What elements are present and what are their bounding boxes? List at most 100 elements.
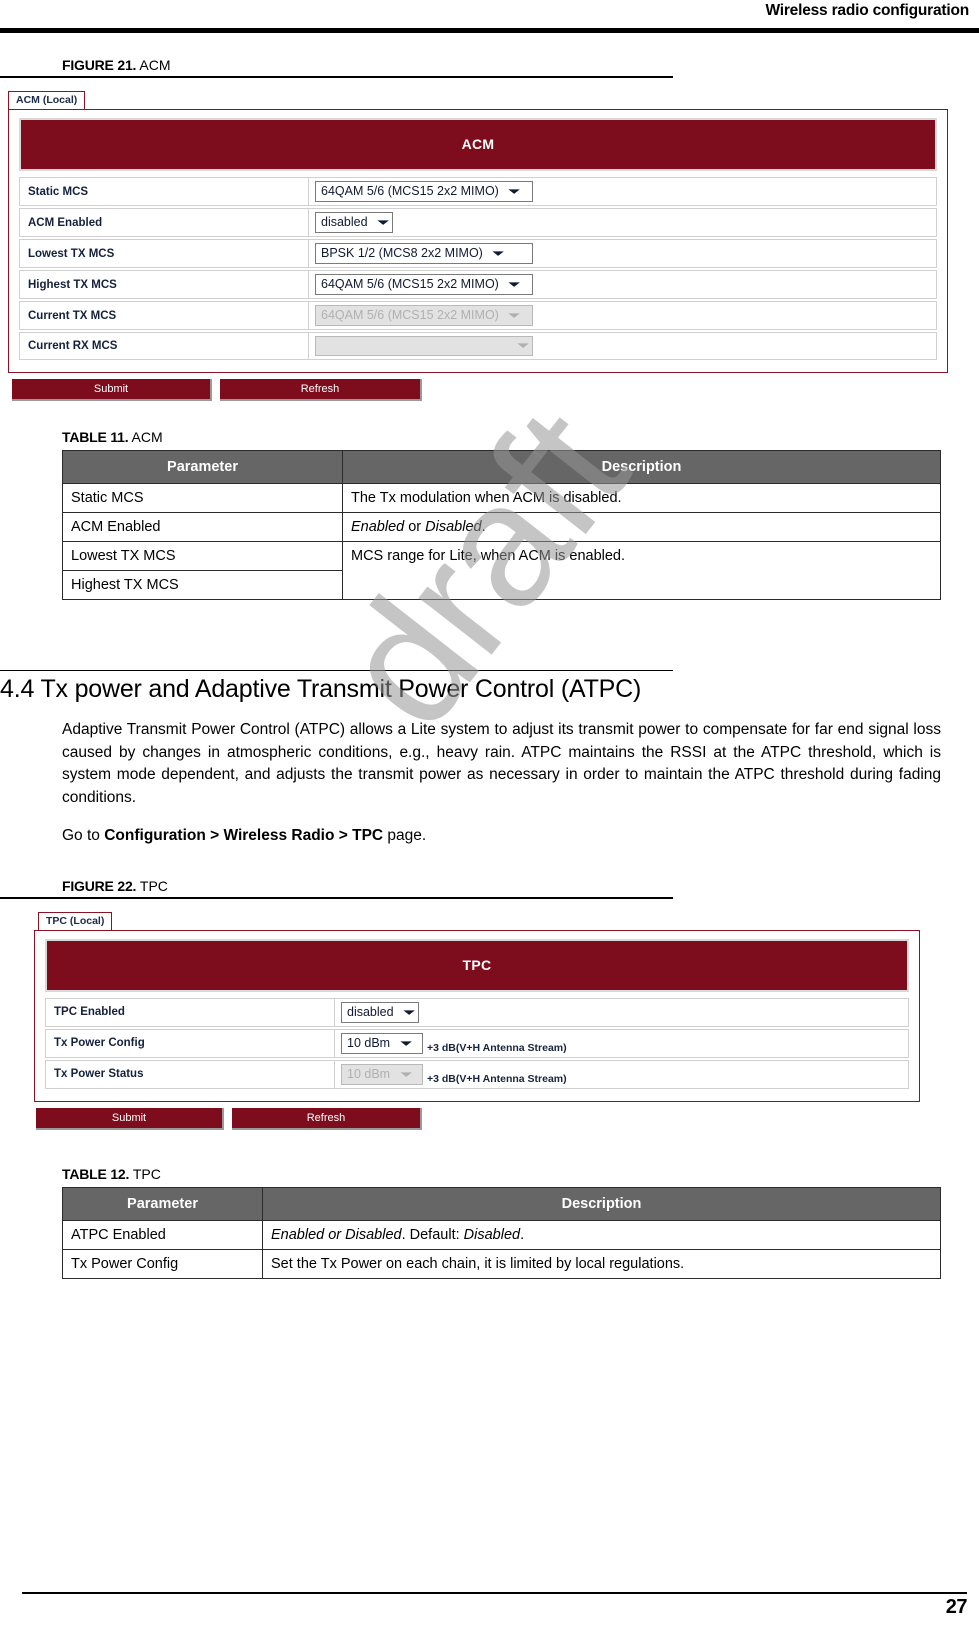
tab-acm-local[interactable]: ACM (Local) (8, 91, 86, 109)
tpc-panel-title: TPC (45, 938, 909, 992)
figure-21-title: ACM (139, 57, 171, 73)
acm-select-highest-tx-mcs-text: 64QAM 5/6 (MCS15 2x2 MIMO) (321, 277, 499, 291)
figure-22-title: TPC (139, 877, 168, 894)
acm-label-acm-enabled: ACM Enabled (19, 208, 309, 237)
tpc-submit-button[interactable]: Submit (36, 1107, 224, 1130)
tpc-value-tpc-enabled-cell: disabled ⏷ (335, 997, 909, 1027)
section-44-heading: 4.4 Tx power and Adaptive Transmit Power… (0, 675, 642, 703)
acm-row-lowest-tx-mcs: Lowest TX MCS BPSK 1/2 (MCS8 2x2 MIMO) ⏷ (19, 239, 937, 268)
table-11-r0-description: The Tx modulation when ACM is disabled. (342, 483, 941, 513)
table-row: Static MCS The Tx modulation when ACM is… (62, 483, 941, 513)
acm-value-current-tx-mcs-cell: 64QAM 5/6 (MCS15 2x2 MIMO) ⏷ (309, 301, 937, 330)
chevron-down-icon: ⏷ (377, 217, 389, 229)
acm-select-current-rx-mcs: ⏷ (315, 336, 533, 356)
acm-select-static-mcs[interactable]: 64QAM 5/6 (MCS15 2x2 MIMO) ⏷ (315, 181, 533, 202)
figure-22-label: FIGURE 22. (62, 877, 137, 894)
acm-panel: ACM Static MCS 64QAM 5/6 (MCS15 2x2 MIMO… (8, 109, 948, 373)
acm-tabstrip: ACM (Local) (8, 90, 948, 109)
tpc-row-tx-power-config: Tx Power Config 10 dBm ⏷ +3 dB(V+H Anten… (45, 1028, 909, 1058)
tpc-note-tx-power-config: +3 dB(V+H Antenna Stream) (427, 1041, 567, 1054)
tpc-select-tpc-enabled[interactable]: disabled ⏷ (341, 1001, 419, 1023)
tpc-value-tx-power-status-cell: 10 dBm ⏷ +3 dB(V+H Antenna Stream) (335, 1059, 909, 1089)
tpc-form-table: TPC Enabled disabled ⏷ Tx Power Config 1… (45, 996, 909, 1091)
tpc-select-tx-power-config[interactable]: 10 dBm ⏷ (341, 1032, 423, 1054)
chevron-down-icon: ⏷ (493, 248, 505, 260)
tpc-screenshot: TPC (Local) TPC TPC Enabled disabled ⏷ T… (24, 911, 920, 1130)
header-rule (0, 28, 979, 33)
table-12-caption: TABLE 12. TPC (62, 1166, 979, 1182)
acm-submit-button[interactable]: Submit (12, 379, 212, 401)
acm-button-row: Submit Refresh (8, 379, 948, 401)
table-11-label: TABLE 11. (62, 429, 129, 445)
table-row: ACM Enabled Enabled or Disabled. (62, 512, 941, 542)
chevron-down-icon: ⏷ (509, 310, 521, 322)
tpc-value-tx-power-config-cell: 10 dBm ⏷ +3 dB(V+H Antenna Stream) (335, 1028, 909, 1058)
running-header-title: Wireless radio configuration (765, 2, 969, 19)
acm-row-current-tx-mcs: Current TX MCS 64QAM 5/6 (MCS15 2x2 MIMO… (19, 301, 937, 330)
chevron-down-icon: ⏷ (518, 340, 530, 352)
figure-21-label: FIGURE 21. (62, 57, 137, 73)
acm-label-lowest-tx-mcs: Lowest TX MCS (19, 239, 309, 268)
table-12-col-parameter: Parameter (62, 1186, 263, 1221)
page-footer: 27 (22, 1592, 968, 1619)
tpc-select-tx-power-config-text: 10 dBm (347, 1035, 391, 1050)
acm-row-acm-enabled: ACM Enabled disabled ⏷ (19, 208, 937, 237)
figure-21-caption: FIGURE 21. ACM (62, 57, 979, 76)
table-11-col-description: Description (342, 450, 941, 484)
acm-refresh-button[interactable]: Refresh (220, 379, 422, 401)
page-header: Wireless radio configuration (0, 0, 979, 34)
acm-select-acm-enabled[interactable]: disabled ⏷ (315, 212, 393, 233)
tab-tpc-local[interactable]: TPC (Local) (38, 911, 113, 930)
page-number: 27 (945, 1596, 968, 1618)
table-11-r2-description: MCS range for Lite, when ACM is enabled. (342, 541, 941, 600)
tpc-label-tpc-enabled: TPC Enabled (45, 997, 335, 1027)
table-12-label: TABLE 12. (62, 1165, 130, 1182)
figure-22-caption: FIGURE 22. TPC (62, 878, 979, 897)
tpc-label-tx-power-status: Tx Power Status (45, 1059, 335, 1089)
table-12-r0-description: Enabled or Disabled. Default: Disabled. (262, 1219, 941, 1250)
goto-path: Configuration > Wireless Radio > TPC (104, 827, 384, 844)
table-11-r1-description: Enabled or Disabled. (342, 512, 941, 542)
acm-select-current-tx-mcs-text: 64QAM 5/6 (MCS15 2x2 MIMO) (321, 308, 499, 322)
acm-value-acm-enabled-cell: disabled ⏷ (309, 208, 937, 237)
table-12-title: TPC (132, 1165, 161, 1182)
section-44-paragraph: Adaptive Transmit Power Control (ATPC) a… (62, 721, 941, 806)
tpc-panel: TPC TPC Enabled disabled ⏷ Tx Power Conf… (34, 929, 920, 1102)
chevron-down-icon: ⏷ (403, 1006, 415, 1019)
table-11-title: ACM (131, 429, 163, 445)
acm-select-static-mcs-text: 64QAM 5/6 (MCS15 2x2 MIMO) (321, 184, 499, 198)
table-11-r0-parameter: Static MCS (62, 483, 343, 513)
tpc-tabstrip: TPC (Local) (24, 911, 920, 930)
chevron-down-icon: ⏷ (509, 279, 521, 291)
goto-suffix: page. (383, 827, 427, 844)
acm-value-current-rx-mcs-cell: ⏷ (309, 332, 937, 360)
acm-select-highest-tx-mcs[interactable]: 64QAM 5/6 (MCS15 2x2 MIMO) ⏷ (315, 274, 533, 295)
tpc-select-tx-power-status-text: 10 dBm (347, 1066, 391, 1081)
acm-select-current-tx-mcs: 64QAM 5/6 (MCS15 2x2 MIMO) ⏷ (315, 305, 533, 326)
tpc-row-tpc-enabled: TPC Enabled disabled ⏷ (45, 997, 909, 1027)
acm-label-highest-tx-mcs: Highest TX MCS (19, 270, 309, 299)
table-12-col-description: Description (262, 1186, 941, 1221)
acm-row-highest-tx-mcs: Highest TX MCS 64QAM 5/6 (MCS15 2x2 MIMO… (19, 270, 937, 299)
table-12-r0-parameter: ATPC Enabled (62, 1219, 263, 1250)
page-content: FIGURE 21. ACM ACM (Local) ACM Static MC… (0, 34, 979, 1279)
tpc-button-row: Submit Refresh (24, 1107, 920, 1130)
table-12: Parameter Description ATPC Enabled Enabl… (62, 1186, 941, 1279)
footer-rule (22, 1592, 967, 1594)
chevron-down-icon: ⏷ (400, 1037, 412, 1050)
section-44-goto-line: Go to Configuration > Wireless Radio > T… (62, 825, 941, 848)
chevron-down-icon: ⏷ (509, 186, 521, 198)
acm-row-current-rx-mcs: Current RX MCS ⏷ (19, 332, 937, 360)
acm-label-current-tx-mcs: Current TX MCS (19, 301, 309, 330)
table-row: Lowest TX MCS MCS range for Lite, when A… (62, 541, 941, 600)
acm-label-static-mcs: Static MCS (19, 177, 309, 206)
table-12-r1-description: Set the Tx Power on each chain, it is li… (262, 1248, 941, 1279)
table-12-r1-parameter: Tx Power Config (62, 1248, 263, 1279)
table-11-caption: TABLE 11. ACM (62, 429, 979, 445)
tpc-select-tx-power-status: 10 dBm ⏷ (341, 1063, 423, 1085)
acm-select-lowest-tx-mcs[interactable]: BPSK 1/2 (MCS8 2x2 MIMO) ⏷ (315, 243, 533, 264)
table-11-header-row: Parameter Description (62, 450, 941, 484)
table-11-col-parameter: Parameter (62, 450, 343, 484)
tpc-refresh-button[interactable]: Refresh (232, 1107, 422, 1130)
acm-screenshot: ACM (Local) ACM Static MCS 64QAM 5/6 (MC… (8, 90, 948, 401)
